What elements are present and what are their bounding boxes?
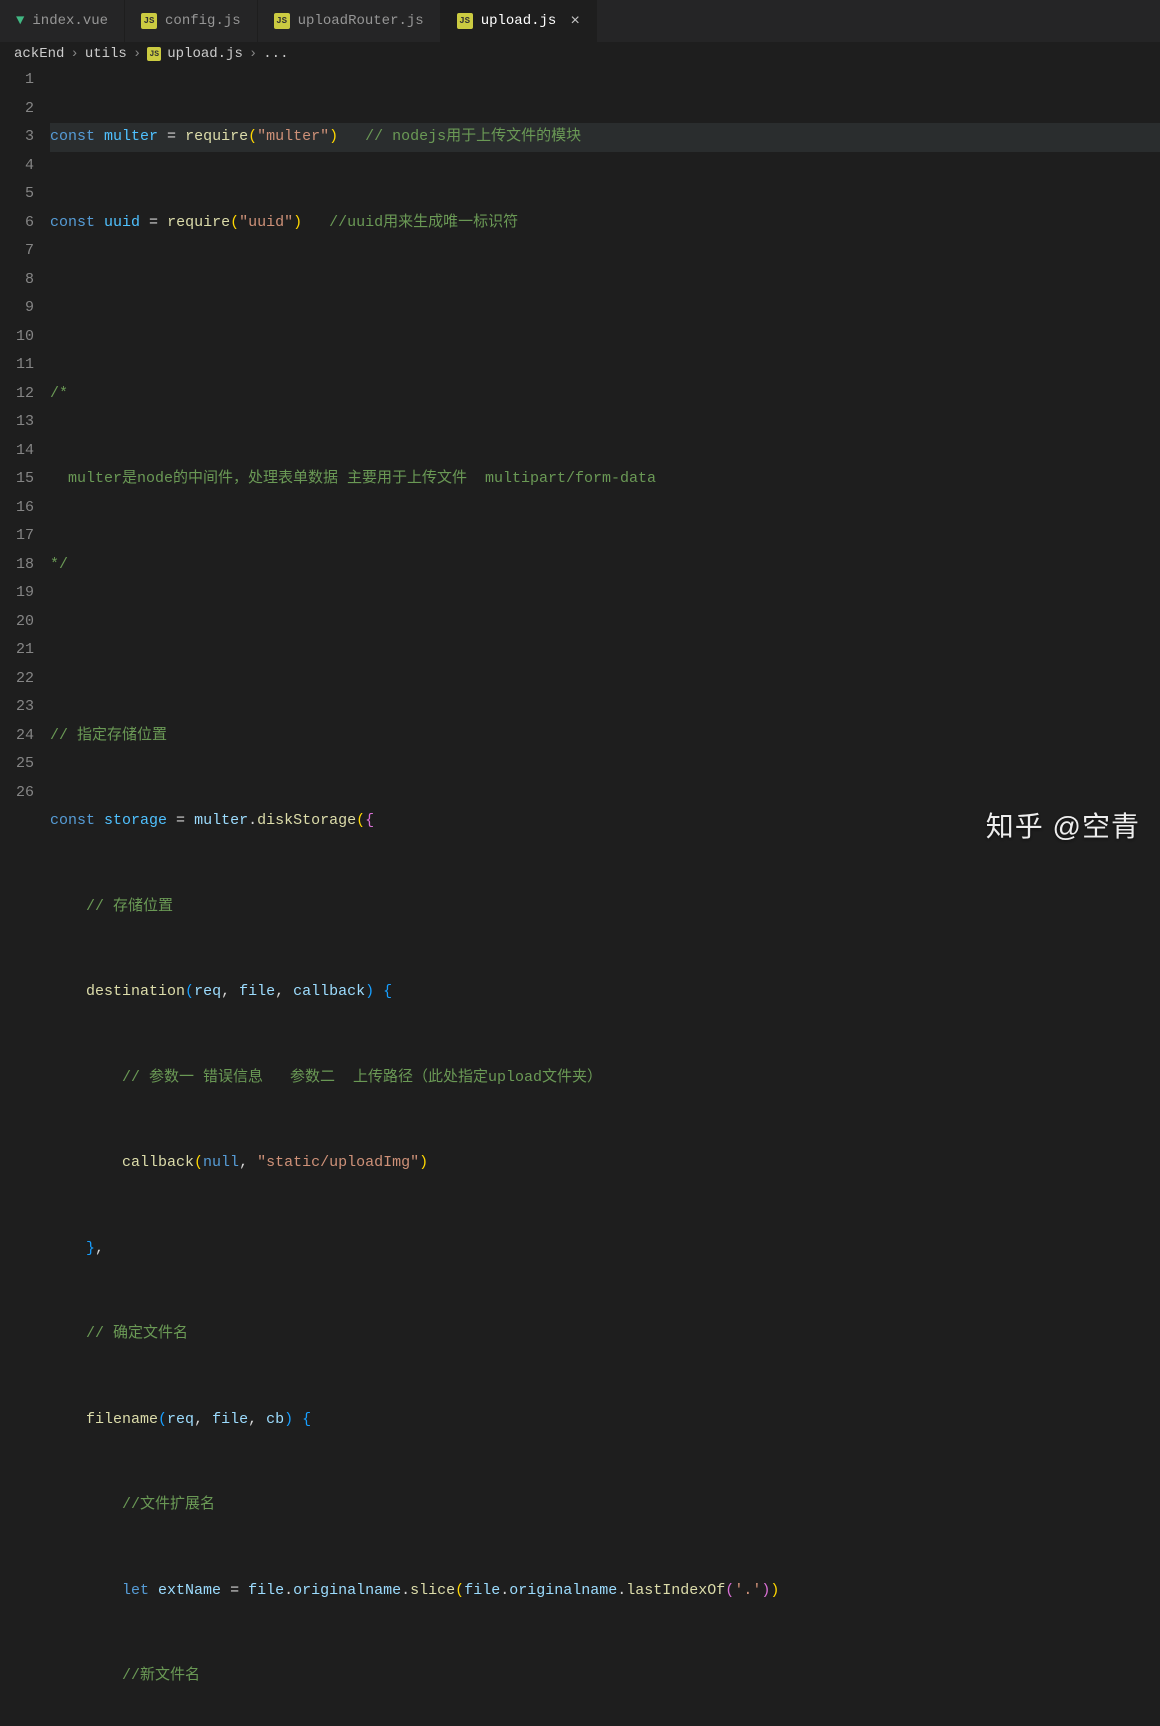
tab-upload-js[interactable]: JS upload.js × — [441, 0, 597, 42]
tab-index-vue[interactable]: ▼ index.vue — [0, 0, 125, 42]
crumb[interactable]: ... — [263, 46, 288, 62]
crumb[interactable]: ackEnd — [14, 46, 64, 62]
tab-uploadrouter-js[interactable]: JS uploadRouter.js — [258, 0, 441, 42]
tab-label: upload.js — [481, 13, 557, 29]
breadcrumb: ackEnd › utils › JS upload.js › ... — [0, 42, 1160, 66]
code-content[interactable]: const multer = require("multer") // node… — [50, 66, 1160, 1726]
tab-label: uploadRouter.js — [298, 13, 424, 29]
editor-tabs: ▼ index.vue JS config.js JS uploadRouter… — [0, 0, 1160, 42]
chevron-right-icon: › — [249, 46, 257, 62]
chevron-right-icon: › — [133, 46, 141, 62]
js-icon: JS — [141, 13, 157, 29]
vue-icon: ▼ — [16, 13, 24, 29]
code-editor[interactable]: 1234567891011121314151617181920212223242… — [0, 66, 1160, 1726]
tab-config-js[interactable]: JS config.js — [125, 0, 258, 42]
crumb[interactable]: upload.js — [167, 46, 243, 62]
chevron-right-icon: › — [70, 46, 78, 62]
tab-label: index.vue — [32, 13, 108, 29]
js-icon: JS — [274, 13, 290, 29]
watermark: 知乎 @空青 — [986, 805, 1140, 845]
line-numbers: 1234567891011121314151617181920212223242… — [0, 66, 50, 1726]
close-icon[interactable]: × — [570, 13, 580, 29]
js-icon: JS — [147, 47, 161, 61]
tab-label: config.js — [165, 13, 241, 29]
crumb[interactable]: utils — [85, 46, 127, 62]
js-icon: JS — [457, 13, 473, 29]
